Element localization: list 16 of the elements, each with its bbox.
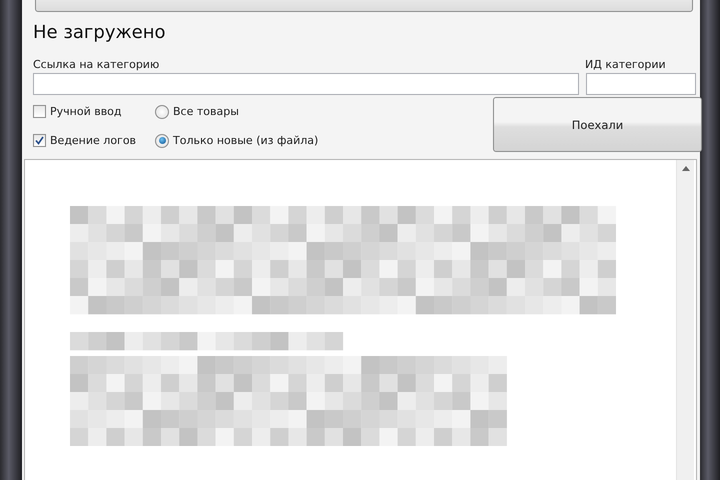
field-label: ИД категории bbox=[585, 58, 667, 71]
input-field[interactable] bbox=[33, 73, 579, 95]
status-text: Не загружено bbox=[33, 22, 167, 45]
checkbox-label: Ручной ввод bbox=[50, 105, 122, 118]
go-button[interactable]: Поехали bbox=[493, 97, 702, 152]
scrollbar[interactable] bbox=[676, 160, 694, 480]
radio-button[interactable] bbox=[155, 104, 169, 118]
checkbox[interactable] bbox=[33, 105, 46, 118]
radio-button[interactable] bbox=[155, 134, 169, 148]
input-field[interactable] bbox=[586, 73, 696, 95]
checkbox[interactable] bbox=[33, 134, 46, 147]
scroll-up-icon[interactable] bbox=[682, 166, 690, 171]
radio-label: Только новые (из файла) bbox=[173, 134, 318, 147]
field-label: Ссылка на категорию bbox=[33, 58, 160, 71]
checkbox-label: Ведение логов bbox=[50, 134, 136, 147]
radio-label: Все товары bbox=[173, 105, 239, 118]
